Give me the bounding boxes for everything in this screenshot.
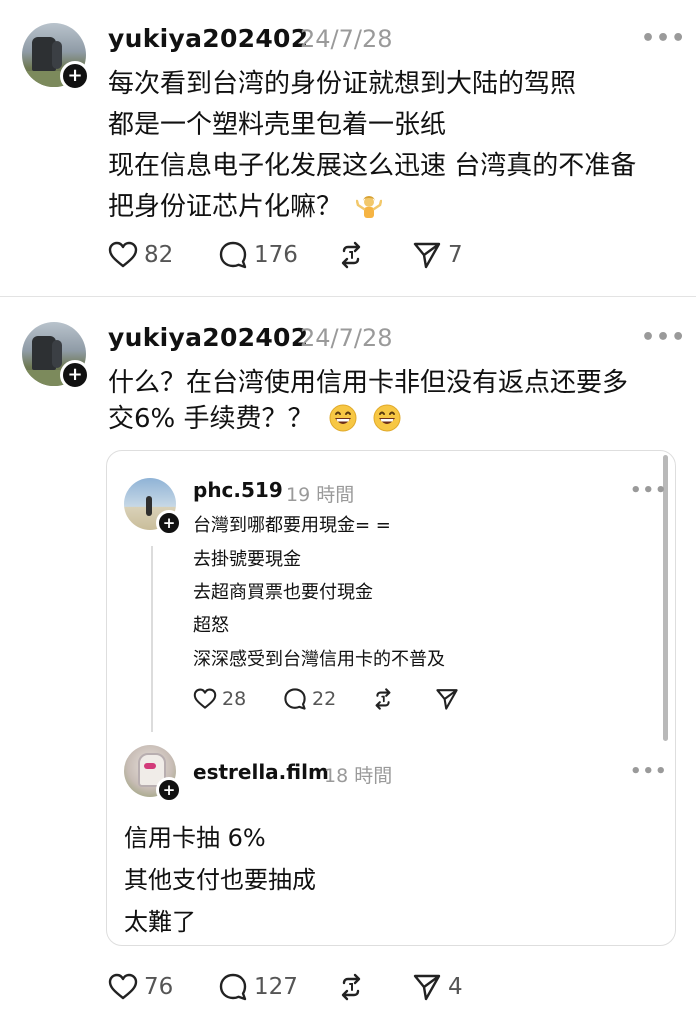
- comment-count: 127: [254, 974, 298, 1000]
- like-button[interactable]: 28: [193, 684, 246, 714]
- like-button[interactable]: 76: [108, 970, 173, 1004]
- more-options-icon[interactable]: •••: [641, 26, 686, 51]
- follow-plus-icon[interactable]: +: [60, 360, 90, 390]
- share-count: 7: [448, 242, 463, 268]
- post-text-line: 把身份证芯片化嘛？: [108, 192, 343, 222]
- repost-button[interactable]: [336, 970, 366, 1004]
- post-text-line: 交6% 手续费？？: [108, 404, 314, 434]
- avatar-person: [52, 340, 62, 368]
- quoted-username[interactable]: phc.519: [193, 478, 283, 502]
- repost-icon: [375, 688, 391, 710]
- quoted-post-actions: 28 22: [193, 684, 473, 714]
- heart-icon: [108, 241, 138, 268]
- author-avatar[interactable]: +: [22, 322, 90, 390]
- repost-icon: [341, 241, 361, 269]
- thread-connector-line: [151, 546, 153, 732]
- quoted-text-line: 台灣到哪都要用現金= =: [193, 515, 391, 536]
- quoted-text-line: 信用卡抽 6%: [124, 824, 266, 852]
- comment-button[interactable]: 22: [283, 684, 336, 714]
- follow-plus-icon[interactable]: +: [60, 61, 90, 91]
- post-text-line: 每次看到台湾的身份证就想到大陆的驾照: [108, 69, 577, 99]
- share-button[interactable]: [435, 684, 459, 714]
- post-text-last-line: 交6% 手续费？？: [108, 398, 402, 435]
- post-1: + yukiya202402 24/7/28 ••• 每次看到台湾的身份证就想到…: [0, 0, 696, 296]
- heart-icon: [108, 973, 138, 1000]
- quoted-text-line: 其他支付也要抽成: [124, 866, 316, 894]
- more-options-icon[interactable]: •••: [630, 480, 668, 501]
- send-icon: [436, 689, 458, 710]
- username[interactable]: yukiya202402: [108, 323, 308, 352]
- repost-button[interactable]: [371, 684, 395, 714]
- avatar-person: [52, 41, 62, 69]
- repost-icon: [341, 973, 361, 1001]
- share-button[interactable]: 7: [412, 238, 463, 272]
- quoted-text-line: 太難了: [124, 908, 196, 936]
- send-icon: [413, 242, 441, 269]
- post-divider: [0, 296, 696, 297]
- post-text-line: 都是一个塑料壳里包着一张纸: [108, 110, 447, 140]
- like-button[interactable]: 82: [108, 238, 173, 272]
- like-count: 82: [144, 242, 174, 268]
- comment-count: 22: [312, 688, 337, 710]
- follow-plus-icon[interactable]: +: [156, 777, 182, 803]
- quoted-text-line: 去掛號要現金: [193, 549, 301, 570]
- quoted-text-line: 超怒: [193, 615, 229, 636]
- post-actions: 82 176 7: [108, 238, 528, 272]
- share-count: 4: [448, 974, 463, 1000]
- post-text-line: 现在信息电子化发展这么迅速 台湾真的不准备: [108, 151, 637, 181]
- more-options-icon[interactable]: •••: [630, 761, 668, 782]
- author-avatar[interactable]: +: [22, 23, 90, 91]
- timestamp: 24/7/28: [300, 324, 393, 352]
- comment-count: 176: [254, 242, 298, 268]
- grinning-face-emoji-icon: [373, 404, 401, 432]
- post-actions: 76 127 4: [108, 970, 528, 1004]
- quoted-username[interactable]: estrella.film: [193, 760, 329, 784]
- post-text-line: 什么？在台湾使用信用卡非但没有返点还要多: [108, 368, 629, 398]
- comment-bubble-icon: [219, 241, 247, 269]
- send-icon: [413, 974, 441, 1001]
- share-button[interactable]: 4: [412, 970, 463, 1004]
- comment-bubble-icon: [284, 688, 306, 710]
- avatar-accent: [144, 763, 156, 769]
- timestamp: 24/7/28: [300, 25, 393, 53]
- comment-button[interactable]: 127: [218, 970, 298, 1004]
- username[interactable]: yukiya202402: [108, 24, 308, 53]
- avatar-figure: [146, 496, 152, 516]
- quoted-text-line: 去超商買票也要付現金: [193, 582, 373, 603]
- heart-icon: [193, 688, 217, 709]
- more-options-icon[interactable]: •••: [641, 325, 686, 350]
- repost-button[interactable]: [336, 238, 366, 272]
- comment-bubble-icon: [219, 973, 247, 1001]
- post-text-last-line: 把身份证芯片化嘛？: [108, 186, 383, 223]
- follow-plus-icon[interactable]: +: [156, 510, 182, 536]
- shrug-emoji-icon: [356, 196, 383, 218]
- like-count: 76: [144, 974, 174, 1000]
- like-count: 28: [222, 688, 247, 710]
- grinning-face-emoji-icon: [329, 404, 357, 432]
- quoted-timestamp: 19 時間: [286, 484, 355, 506]
- comment-button[interactable]: 176: [218, 238, 298, 272]
- quoted-timestamp: 18 時間: [324, 765, 393, 787]
- quoted-text-line: 深深感受到台灣信用卡的不普及: [193, 649, 445, 670]
